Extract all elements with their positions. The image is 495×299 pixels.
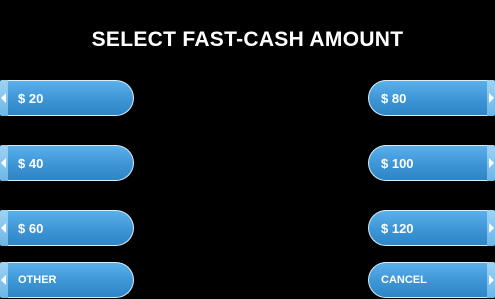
page-title: SELECT FAST-CASH AMOUNT (91, 28, 404, 51)
left-function-key-4[interactable] (0, 262, 8, 298)
caret-right-icon (489, 223, 494, 233)
amount-120-label: $ 120 (381, 220, 414, 236)
amount-60-label: $ 60 (18, 220, 44, 236)
amount-40-label: $ 40 (18, 155, 44, 171)
left-function-key-3[interactable] (0, 210, 8, 246)
amount-120-button[interactable]: $ 120 (368, 210, 494, 246)
amount-80-label: $ 80 (381, 90, 407, 106)
right-function-key-2[interactable] (487, 145, 495, 181)
caret-left-icon (1, 223, 6, 233)
caret-left-icon (1, 275, 6, 285)
other-amount-button[interactable]: OTHER (8, 262, 134, 298)
caret-left-icon (1, 93, 6, 103)
caret-right-icon (489, 158, 494, 168)
other-amount-label: OTHER (18, 274, 57, 286)
amount-20-button[interactable]: $ 20 (8, 80, 134, 116)
caret-right-icon (489, 93, 494, 103)
left-function-key-2[interactable] (0, 145, 8, 181)
caret-right-icon (489, 275, 494, 285)
right-function-key-1[interactable] (487, 80, 495, 116)
amount-80-button[interactable]: $ 80 (368, 80, 494, 116)
amount-60-button[interactable]: $ 60 (8, 210, 134, 246)
cancel-button[interactable]: CANCEL (368, 262, 494, 298)
amount-40-button[interactable]: $ 40 (8, 145, 134, 181)
amount-20-label: $ 20 (18, 90, 44, 106)
right-function-key-4[interactable] (487, 262, 495, 298)
amount-100-label: $ 100 (381, 155, 414, 171)
right-function-key-3[interactable] (487, 210, 495, 246)
amount-100-button[interactable]: $ 100 (368, 145, 494, 181)
cancel-label: CANCEL (381, 274, 427, 286)
left-function-key-1[interactable] (0, 80, 8, 116)
caret-left-icon (1, 158, 6, 168)
